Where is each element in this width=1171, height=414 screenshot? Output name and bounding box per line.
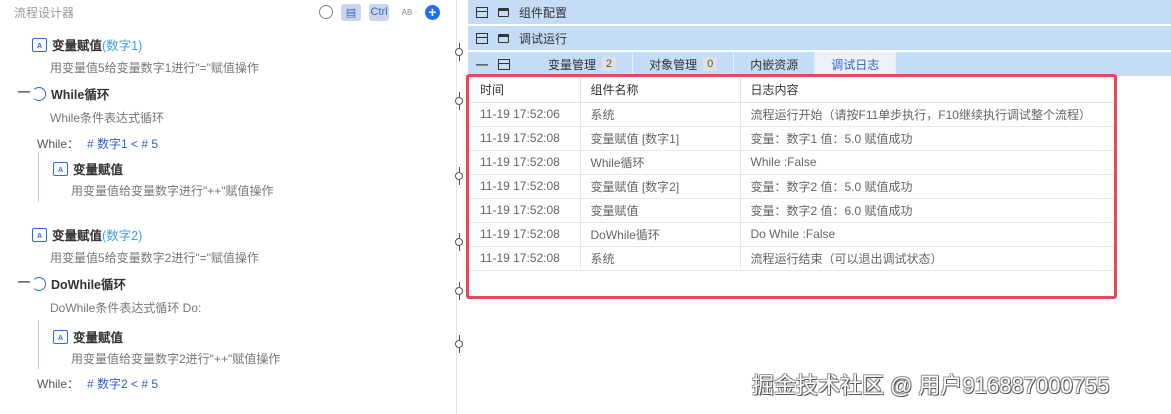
- node-assign-inner-1[interactable]: A 变量赋值: [53, 159, 123, 178]
- tab-objects[interactable]: 对象管理 0: [633, 52, 735, 76]
- node-assign-1[interactable]: A 变量赋值 (数字1): [32, 35, 142, 54]
- node-while[interactable]: While循环: [32, 84, 109, 103]
- nest-line: [38, 320, 39, 369]
- node-desc: 用变量值5给变量数字1进行"="赋值操作: [50, 61, 259, 75]
- split-icon[interactable]: [476, 32, 488, 44]
- tab-variables[interactable]: 变量管理 2: [532, 52, 634, 76]
- tab-debug-log[interactable]: 调试日志: [815, 52, 897, 76]
- nest-line: [38, 152, 39, 202]
- node-desc: 用变量值5给变量数字2进行"="赋值操作: [50, 251, 259, 265]
- loop-icon: [32, 276, 46, 291]
- while-condition: While： # 数字1 < # 5: [37, 137, 159, 151]
- node-desc: DoWhile条件表达式循环 Do:: [50, 301, 202, 315]
- spellcheck-icon[interactable]: AB: [397, 4, 417, 21]
- variable-assign-icon: A: [32, 37, 47, 52]
- split-icon[interactable]: [476, 6, 488, 18]
- ctrl-toggle[interactable]: Ctrl: [369, 3, 389, 21]
- watermark: 掘金技术社区 @ 用户9168870007​55: [752, 373, 1110, 398]
- collapse-toggle[interactable]: —: [18, 274, 30, 288]
- add-icon[interactable]: +: [425, 4, 440, 20]
- connector-handle[interactable]: [455, 92, 463, 110]
- tab-bar: — 变量管理 2 对象管理 0 内嵌资源 调试日志: [468, 52, 1171, 76]
- node-dowhile[interactable]: DoWhile循环: [32, 274, 126, 293]
- search-icon[interactable]: [319, 5, 333, 19]
- debug-run-bar[interactable]: 调试运行: [468, 26, 1171, 50]
- node-assign-2[interactable]: A 变量赋值 (数字2): [32, 225, 142, 244]
- variable-assign-icon: A: [53, 329, 68, 344]
- panel-title: 流程设计器: [14, 5, 75, 20]
- panel-header: 流程设计器 ▤ Ctrl AB +: [0, 0, 456, 24]
- tab-resources[interactable]: 内嵌资源: [734, 52, 816, 76]
- node-desc: 用变量值给变量数字进行"++"赋值操作: [71, 184, 274, 198]
- connector-handle[interactable]: [455, 233, 463, 251]
- variable-assign-icon: A: [53, 161, 68, 176]
- minimize-icon[interactable]: —: [476, 57, 488, 71]
- loop-icon: [32, 86, 46, 101]
- variable-assign-icon: A: [32, 227, 47, 242]
- node-assign-inner-2[interactable]: A 变量赋值: [53, 327, 123, 346]
- connector-handle[interactable]: [455, 282, 463, 300]
- flow-designer-panel: 流程设计器 ▤ Ctrl AB + A 变量赋值 (数字1) 用变量值5给变量数字1…: [0, 0, 457, 414]
- collapse-toggle[interactable]: —: [18, 84, 30, 98]
- component-config-bar[interactable]: 组件配置: [468, 0, 1171, 24]
- dowhile-condition: While： # 数字2 < # 5: [37, 377, 159, 391]
- document-icon[interactable]: ▤: [341, 3, 361, 21]
- connector-handle[interactable]: [455, 167, 463, 185]
- split-icon[interactable]: [498, 58, 510, 70]
- window-icon[interactable]: [498, 7, 509, 17]
- connector-handle[interactable]: [455, 43, 463, 61]
- count-badge: 0: [703, 57, 718, 71]
- window-icon[interactable]: [498, 33, 509, 43]
- node-desc: 用变量值给变量数字2进行"++"赋值操作: [71, 352, 281, 366]
- connector-handle[interactable]: [455, 335, 463, 353]
- count-badge: 2: [602, 57, 617, 71]
- highlight-box: [466, 74, 1117, 299]
- node-desc: While条件表达式循环: [50, 111, 165, 125]
